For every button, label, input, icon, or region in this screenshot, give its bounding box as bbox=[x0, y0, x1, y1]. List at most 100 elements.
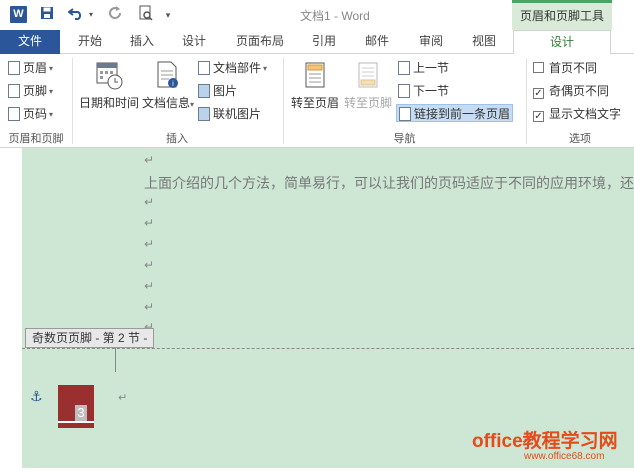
undo-icon[interactable] bbox=[66, 5, 86, 25]
paragraph-mark: ↵ bbox=[118, 392, 128, 404]
link-to-previous-label: 链接到前一条页眉 bbox=[414, 107, 511, 121]
show-document-text-label: 显示文档文字 bbox=[549, 107, 622, 121]
word-logo-icon: W bbox=[10, 6, 27, 23]
tab-mailings[interactable]: 邮件 bbox=[357, 30, 397, 54]
footer-icon bbox=[8, 84, 20, 98]
svg-text:i: i bbox=[172, 80, 174, 88]
footer-label: 页脚 bbox=[23, 84, 48, 98]
checkbox-box bbox=[533, 62, 544, 73]
next-section-icon bbox=[398, 84, 410, 98]
link-to-previous-button[interactable]: 链接到前一条页眉 bbox=[396, 104, 514, 122]
previous-section-label: 上一节 bbox=[413, 61, 450, 75]
tab-hf-design[interactable]: 设计 bbox=[513, 30, 611, 55]
chevron-down-icon: ▾ bbox=[49, 87, 54, 96]
link-icon bbox=[399, 107, 411, 121]
ribbon: 页眉 ▾ 页脚 ▾ 页码 ▾ 页眉和页脚 日期和时间 i 文档信息▾ 文档部件 ▾ 图片… bbox=[0, 54, 634, 148]
doc-info-button[interactable]: i 文档信息▾ bbox=[142, 60, 195, 111]
page-margin bbox=[0, 148, 22, 474]
next-section-button[interactable]: 下一节 bbox=[398, 82, 449, 100]
undo-dropdown-icon[interactable]: ▾ bbox=[86, 5, 96, 25]
paragraph-mark: ↵ bbox=[144, 195, 155, 209]
date-time-label: 日期和时间 bbox=[78, 96, 139, 110]
picture-button[interactable]: 图片 bbox=[198, 82, 237, 100]
chevron-down-icon: ▾ bbox=[49, 110, 54, 119]
online-picture-button[interactable]: 联机图片 bbox=[198, 105, 261, 123]
checkmark-icon: ✓ bbox=[533, 111, 544, 122]
different-odd-even-checkbox[interactable]: ✓ 奇偶页不同 bbox=[533, 82, 609, 100]
print-preview-icon[interactable] bbox=[136, 5, 156, 25]
quick-parts-label: 文档部件 bbox=[213, 61, 262, 75]
group-label-insert: 插入 bbox=[166, 133, 188, 145]
paragraph-mark: ↵ bbox=[144, 279, 155, 293]
chevron-down-icon: ▾ bbox=[190, 100, 195, 109]
window-title: 文档1 - Word bbox=[300, 9, 370, 23]
title-bar: W ▾ ▾ 文档1 - Word 页眉和页脚工具 bbox=[0, 0, 634, 30]
header-label: 页眉 bbox=[23, 61, 48, 75]
next-section-label: 下一节 bbox=[413, 84, 450, 98]
save-icon[interactable] bbox=[38, 5, 56, 25]
page-number-label: 页码 bbox=[23, 107, 48, 121]
previous-section-icon bbox=[398, 61, 410, 75]
tab-file[interactable]: 文件 bbox=[0, 30, 60, 54]
ribbon-tabs: 文件 开始 插入 设计 页面布局 引用 邮件 审阅 视图 设计 bbox=[0, 30, 634, 55]
paragraph-mark: ↵ bbox=[144, 300, 155, 314]
document-info-icon: i bbox=[153, 60, 181, 90]
page-number-underline bbox=[58, 421, 94, 423]
page-number-box[interactable]: 3 bbox=[58, 385, 94, 428]
group-label-header-footer: 页眉和页脚 bbox=[8, 133, 64, 145]
date-time-button[interactable]: 日期和时间 bbox=[78, 60, 140, 111]
page[interactable]: ↵ 上面介绍的几个方法，简单易行，可以让我们的页码适应于不同的应用环境，还 ↵ … bbox=[22, 148, 634, 468]
page-number-value: 3 bbox=[75, 405, 87, 421]
watermark-text: office教程学习网 bbox=[472, 431, 618, 452]
quick-parts-icon bbox=[198, 61, 210, 75]
previous-section-button[interactable]: 上一节 bbox=[398, 59, 449, 77]
paragraph-mark: ↵ bbox=[144, 258, 155, 272]
redo-icon[interactable] bbox=[106, 5, 126, 25]
goto-header-icon bbox=[301, 60, 329, 90]
tab-review[interactable]: 审阅 bbox=[411, 30, 451, 54]
goto-header-label: 转至页眉 bbox=[290, 96, 339, 110]
checkmark-icon: ✓ bbox=[533, 88, 544, 99]
group-label-navigation: 导航 bbox=[393, 133, 416, 145]
different-first-page-label: 首页不同 bbox=[549, 61, 598, 75]
footer-tick bbox=[115, 348, 116, 372]
quick-parts-button[interactable]: 文档部件 ▾ bbox=[198, 59, 267, 77]
doc-info-label: 文档信息 bbox=[142, 96, 191, 110]
goto-header-button[interactable]: 转至页眉 bbox=[288, 60, 342, 111]
tab-design[interactable]: 设计 bbox=[174, 30, 214, 54]
tab-page-layout[interactable]: 页面布局 bbox=[228, 30, 292, 54]
paragraph-mark: ↵ bbox=[144, 216, 155, 230]
document-area: ↵ 上面介绍的几个方法，简单易行，可以让我们的页码适应于不同的应用环境，还 ↵ … bbox=[0, 148, 634, 474]
goto-footer-button[interactable]: 转至页脚 bbox=[343, 60, 393, 111]
customize-icon[interactable]: ▾ bbox=[162, 5, 174, 25]
picture-label: 图片 bbox=[213, 84, 238, 98]
document-body-text[interactable]: 上面介绍的几个方法，简单易行，可以让我们的页码适应于不同的应用环境，还 bbox=[144, 173, 634, 193]
calendar-clock-icon bbox=[95, 60, 123, 90]
tab-home[interactable]: 开始 bbox=[70, 30, 110, 54]
paragraph-mark: ↵ bbox=[144, 153, 155, 167]
tab-references[interactable]: 引用 bbox=[304, 30, 344, 54]
chevron-down-icon: ▾ bbox=[49, 64, 54, 73]
picture-icon bbox=[198, 84, 210, 98]
show-document-text-checkbox[interactable]: ✓ 显示文档文字 bbox=[533, 105, 621, 123]
tab-view[interactable]: 视图 bbox=[464, 30, 504, 54]
online-picture-label: 联机图片 bbox=[213, 107, 262, 121]
chevron-down-icon: ▾ bbox=[263, 64, 268, 73]
goto-footer-icon bbox=[354, 60, 382, 90]
footer-boundary-line bbox=[22, 348, 634, 349]
tab-insert[interactable]: 插入 bbox=[122, 30, 162, 54]
online-picture-icon bbox=[198, 107, 210, 121]
header-icon bbox=[8, 61, 20, 75]
page-number-icon bbox=[8, 107, 20, 121]
paragraph-mark: ↵ bbox=[144, 237, 155, 251]
page-number-button[interactable]: 页码 ▾ bbox=[8, 105, 53, 123]
anchor-icon[interactable]: ⚓ bbox=[30, 388, 43, 405]
group-label-options: 选项 bbox=[569, 133, 591, 145]
different-first-page-checkbox[interactable]: 首页不同 bbox=[533, 59, 597, 77]
header-button[interactable]: 页眉 ▾ bbox=[8, 59, 53, 77]
different-odd-even-label: 奇偶页不同 bbox=[549, 84, 610, 98]
footer-button[interactable]: 页脚 ▾ bbox=[8, 82, 53, 100]
context-tab-header: 页眉和页脚工具 bbox=[512, 0, 612, 30]
goto-footer-label: 转至页脚 bbox=[343, 96, 392, 110]
watermark-url: www.office68.com bbox=[524, 451, 605, 462]
